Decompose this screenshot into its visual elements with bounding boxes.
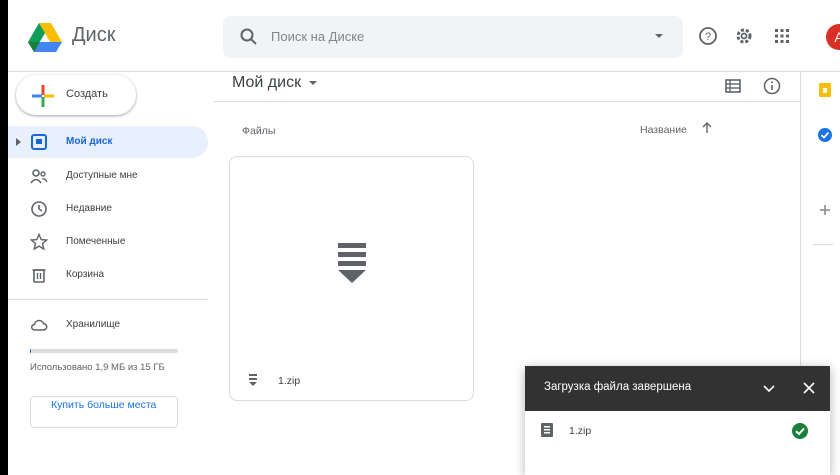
storage-quota-fill — [30, 349, 32, 353]
drive-logo-icon[interactable] — [28, 22, 62, 52]
my-drive-icon — [31, 134, 47, 150]
expand-caret-icon[interactable] — [16, 138, 21, 146]
chevron-down-icon — [309, 80, 318, 85]
storage-label: Хранилище — [66, 319, 120, 330]
sidebar-item-starred[interactable]: Помеченные — [8, 226, 208, 258]
search-placeholder[interactable]: Поиск на Диске — [271, 29, 364, 44]
sidebar-item-label: Доступные мне — [66, 170, 138, 181]
info-icon[interactable] — [762, 76, 782, 96]
sidebar-item-shared[interactable]: Доступные мне — [8, 160, 208, 192]
search-options-dropdown-icon[interactable] — [651, 28, 667, 44]
upload-file-name: 1.zip — [569, 425, 592, 437]
star-icon — [30, 233, 48, 251]
sidebar-item-label: Мой диск — [66, 136, 113, 147]
upload-toast-header: Загрузка файла завершена — [525, 366, 830, 411]
buy-storage-button[interactable]: Купить больше места — [30, 396, 178, 428]
sidebar-item-label: Недавние — [66, 203, 112, 214]
window-edge — [0, 0, 8, 475]
upload-toast-title: Загрузка файла завершена — [544, 381, 692, 393]
create-button[interactable]: Создать — [16, 75, 136, 115]
sidebar-item-storage[interactable]: Хранилище — [8, 309, 208, 341]
header-divider — [214, 101, 800, 102]
clock-icon — [31, 201, 47, 217]
sidebar-item-label: Помеченные — [66, 236, 126, 247]
storage-quota-text: Использовано 1,9 МБ из 15 ГБ — [30, 362, 165, 373]
add-addon-icon[interactable] — [817, 202, 833, 218]
plus-icon — [32, 85, 54, 107]
tasks-icon[interactable] — [817, 127, 833, 143]
cloud-icon — [31, 319, 48, 331]
upload-item-row[interactable]: 1.zip — [525, 414, 830, 454]
top-bar: Диск Поиск на Диске ? A — [8, 0, 840, 72]
help-icon[interactable]: ? — [696, 24, 720, 48]
archive-icon — [541, 423, 553, 437]
svg-text:?: ? — [705, 31, 711, 43]
upload-toast: Загрузка файла завершена 1.zip — [525, 366, 830, 475]
files-section-label: Файлы — [242, 125, 276, 137]
archive-icon — [249, 374, 257, 386]
create-label: Создать — [66, 88, 108, 100]
sidebar-divider — [8, 299, 208, 300]
keep-icon[interactable] — [817, 82, 833, 98]
search-icon[interactable] — [239, 27, 259, 47]
shared-icon — [30, 169, 48, 184]
sidebar-item-trash[interactable]: Корзина — [8, 259, 208, 291]
trash-icon — [32, 269, 46, 283]
page-title-menu[interactable]: Мой диск — [232, 74, 318, 92]
storage-quota-bar — [30, 349, 178, 353]
close-icon[interactable] — [800, 379, 818, 397]
file-name: 1.zip — [278, 375, 301, 387]
app-name: Диск — [72, 24, 116, 46]
file-card[interactable]: 1.zip — [229, 156, 474, 401]
list-view-icon[interactable] — [723, 76, 743, 96]
sidebar-item-my-drive[interactable]: Мой диск — [8, 126, 208, 158]
upload-complete-check-icon — [792, 423, 808, 439]
apps-grid-icon[interactable] — [770, 24, 794, 48]
sidebar-item-label: Корзина — [66, 269, 105, 280]
sidebar-item-recent[interactable]: Недавние — [8, 193, 208, 225]
sort-ascending-icon[interactable] — [700, 121, 714, 135]
archive-thumbnail-icon — [338, 243, 366, 283]
sort-by-name-button[interactable]: Название — [640, 124, 687, 136]
settings-icon[interactable] — [732, 24, 756, 48]
account-avatar[interactable]: A — [826, 24, 840, 50]
search-box[interactable]: Поиск на Диске — [223, 16, 683, 58]
side-panel-divider — [813, 244, 833, 245]
collapse-chevron-icon[interactable] — [760, 379, 778, 397]
page-title: Мой диск — [232, 74, 302, 91]
buy-storage-label: Купить больше места — [51, 399, 157, 411]
